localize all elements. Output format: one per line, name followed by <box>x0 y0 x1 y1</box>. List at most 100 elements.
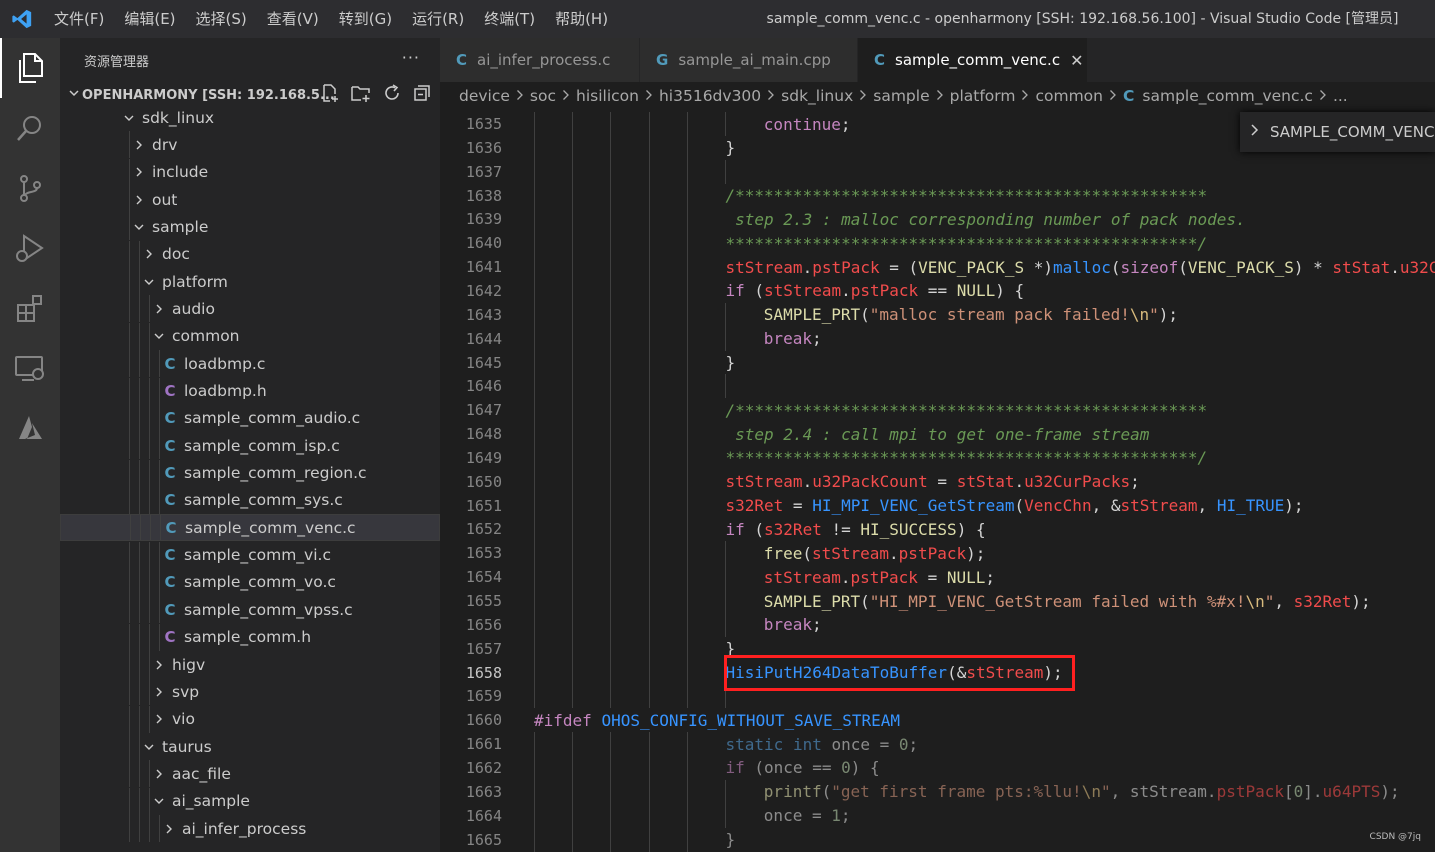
breadcrumb-item[interactable]: sample <box>873 87 929 105</box>
search-icon[interactable] <box>0 98 60 158</box>
line-number: 1659 <box>465 687 502 706</box>
tree-folder[interactable]: sample <box>60 213 440 241</box>
code-line[interactable]: 1665} <box>440 827 1435 852</box>
tree-file[interactable]: Csample_comm_venc.c <box>60 514 440 542</box>
code-line[interactable]: 1657} <box>440 636 1435 661</box>
tree-folder[interactable]: platform <box>60 268 440 296</box>
code-line[interactable]: 1659 <box>440 684 1435 709</box>
indent-guide <box>572 827 573 852</box>
source-control-icon[interactable] <box>0 158 60 218</box>
tree-folder[interactable]: sdk_linux <box>60 104 440 131</box>
tree-folder[interactable]: out <box>60 186 440 214</box>
code-line[interactable]: 1651 s32Ret = HI_MPI_VENC_GetStream(VencC… <box>440 493 1435 518</box>
code-line[interactable]: 1640 ************************************… <box>440 231 1435 256</box>
code-line[interactable]: 1643 SAMPLE_PRT("malloc stream pack faile… <box>440 302 1435 327</box>
code-line[interactable]: 1644 break; <box>440 326 1435 351</box>
tree-file[interactable]: Csample_comm_audio.c <box>60 404 440 432</box>
code-token: ); <box>1284 496 1304 516</box>
code-line[interactable]: 1648 step 2.4 : call mpi to get one-fram… <box>440 422 1435 447</box>
tree-folder[interactable]: ai_sample <box>60 787 440 815</box>
code-line[interactable]: 1660 #ifdef OHOS_CONFIG_WITHOUT_SAVE_STRE… <box>440 708 1435 732</box>
code-line[interactable]: 1652 if (s32Ret != HI_SUCCESS) { <box>440 517 1435 542</box>
code-text: stStream.pstPack = NULL; <box>764 568 995 587</box>
tree-folder[interactable]: taurus <box>60 733 440 761</box>
menu-item[interactable]: 文件(F) <box>44 0 114 38</box>
tab-sample-comm-venc-c[interactable]: Csample_comm_venc.c ✕ <box>858 38 1088 82</box>
tree-folder[interactable]: higv <box>60 651 440 678</box>
code-line[interactable]: 1661 static int once = 0; <box>440 732 1435 757</box>
tab-ai-infer-process-c[interactable]: Cai_infer_process.c <box>440 38 640 82</box>
tree-file[interactable]: Csample_comm_vpss.c <box>60 596 440 624</box>
chevron-right-icon <box>142 248 156 260</box>
breadcrumb-item[interactable]: soc <box>530 87 556 105</box>
code-line[interactable]: 1637 <box>440 159 1435 184</box>
tree-file[interactable]: Csample_comm_vo.c <box>60 568 440 596</box>
menu-item[interactable]: 帮助(H) <box>545 0 618 38</box>
azure-icon[interactable] <box>0 398 60 458</box>
tree-folder[interactable]: ai_infer_process <box>60 815 440 843</box>
sticky-symbol-popup[interactable]: SAMPLE_COMM_VENC <box>1240 112 1435 152</box>
code-token: stStream <box>811 543 890 563</box>
tree-folder[interactable]: aac_file <box>60 760 440 788</box>
tree-folder[interactable]: audio <box>60 295 440 323</box>
code-line[interactable]: 1663 printf("get first frame pts:%llu!\n"… <box>440 779 1435 804</box>
tree-folder[interactable]: include <box>60 158 440 186</box>
code-line[interactable]: 1638 /***********************************… <box>440 183 1435 208</box>
code-line[interactable]: 1656 break; <box>440 612 1435 637</box>
breadcrumb-item[interactable]: platform <box>950 87 1016 105</box>
tree-folder[interactable]: svp <box>60 678 440 706</box>
tree-folder[interactable]: vio <box>60 705 440 733</box>
tree-file[interactable]: Csample_comm_sys.c <box>60 486 440 514</box>
tab-sample-ai-main-cpp[interactable]: Gsample_ai_main.cpp <box>640 38 858 82</box>
close-icon[interactable]: ✕ <box>1070 51 1083 70</box>
tree-file[interactable]: Cloadbmp.c <box>60 350 440 378</box>
indent-guide <box>149 459 150 487</box>
tree-file[interactable]: Csample_comm_vi.c <box>60 541 440 569</box>
code-editor[interactable]: 1635 continue; 1636} 1637 1638 /*************… <box>440 110 1435 852</box>
extensions-icon[interactable] <box>0 278 60 338</box>
breadcrumb-ellipsis[interactable]: ... <box>1333 87 1348 105</box>
menu-item[interactable]: 查看(V) <box>257 0 329 38</box>
remote-explorer-icon[interactable] <box>0 338 60 398</box>
code-line[interactable]: 1650 stStream.u32PackCount = stStat.u32Cu… <box>440 469 1435 494</box>
breadcrumb-item[interactable]: hi3516dv300 <box>659 87 761 105</box>
run-debug-icon[interactable] <box>0 218 60 278</box>
tree-file[interactable]: Cloadbmp.h <box>60 377 440 405</box>
code-line[interactable]: 1655 SAMPLE_PRT("HI_MPI_VENC_GetStream fa… <box>440 589 1435 613</box>
menu-item[interactable]: 运行(R) <box>402 0 474 38</box>
code-line[interactable]: 1664 once = 1; <box>440 803 1435 828</box>
indent-guide <box>610 660 611 685</box>
code-line[interactable]: 1641 stStream.pstPack = (VENC_PACK_S *)ma… <box>440 255 1435 280</box>
breadcrumb-file[interactable]: sample_comm_venc.c <box>1142 87 1313 105</box>
tree-file[interactable]: Csample_comm_region.c <box>60 459 440 487</box>
breadcrumb-item[interactable]: sdk_linux <box>781 87 853 105</box>
tree-file[interactable]: Csample_comm_isp.c <box>60 432 440 460</box>
code-line[interactable]: 1653 free(stStream.pstPack); <box>440 541 1435 566</box>
code-line[interactable]: 1645} <box>440 350 1435 375</box>
menu-item[interactable]: 转到(G) <box>329 0 402 38</box>
code-token: if <box>725 758 745 778</box>
menu-item[interactable]: 选择(S) <box>186 0 257 38</box>
code-line[interactable]: 1642 if (stStream.pstPack == NULL) { <box>440 278 1435 303</box>
tree-folder[interactable]: common <box>60 322 440 350</box>
tree-folder[interactable]: doc <box>60 240 440 268</box>
explorer-icon[interactable] <box>0 38 60 98</box>
code-line[interactable]: 1658 HisiPutH264DataToBuffer(&stStream); <box>440 660 1435 685</box>
code-line[interactable]: 1654 stStream.pstPack = NULL; <box>440 565 1435 590</box>
breadcrumb-item[interactable]: common <box>1035 87 1103 105</box>
indent-guide <box>610 183 611 208</box>
menu-item[interactable]: 编辑(E) <box>114 0 185 38</box>
code-token: "malloc stream pack failed! <box>869 305 1130 325</box>
code-line[interactable]: 1647 /***********************************… <box>440 398 1435 423</box>
code-line[interactable]: 1646 <box>440 374 1435 399</box>
menu-item[interactable]: 终端(T) <box>474 0 545 38</box>
breadcrumb-item[interactable]: device <box>459 87 510 105</box>
code-line[interactable]: 1662 if (once == 0) { <box>440 755 1435 780</box>
tree-file[interactable]: Csample_comm.h <box>60 623 440 651</box>
breadcrumb-item[interactable]: hisilicon <box>576 87 639 105</box>
code-token: . <box>840 567 851 587</box>
tree-folder[interactable]: drv <box>60 131 440 159</box>
code-line[interactable]: 1639 step 2.3 : malloc corresponding num… <box>440 207 1435 232</box>
more-actions-icon[interactable]: ··· <box>402 48 420 67</box>
code-line[interactable]: 1649 ************************************… <box>440 445 1435 470</box>
